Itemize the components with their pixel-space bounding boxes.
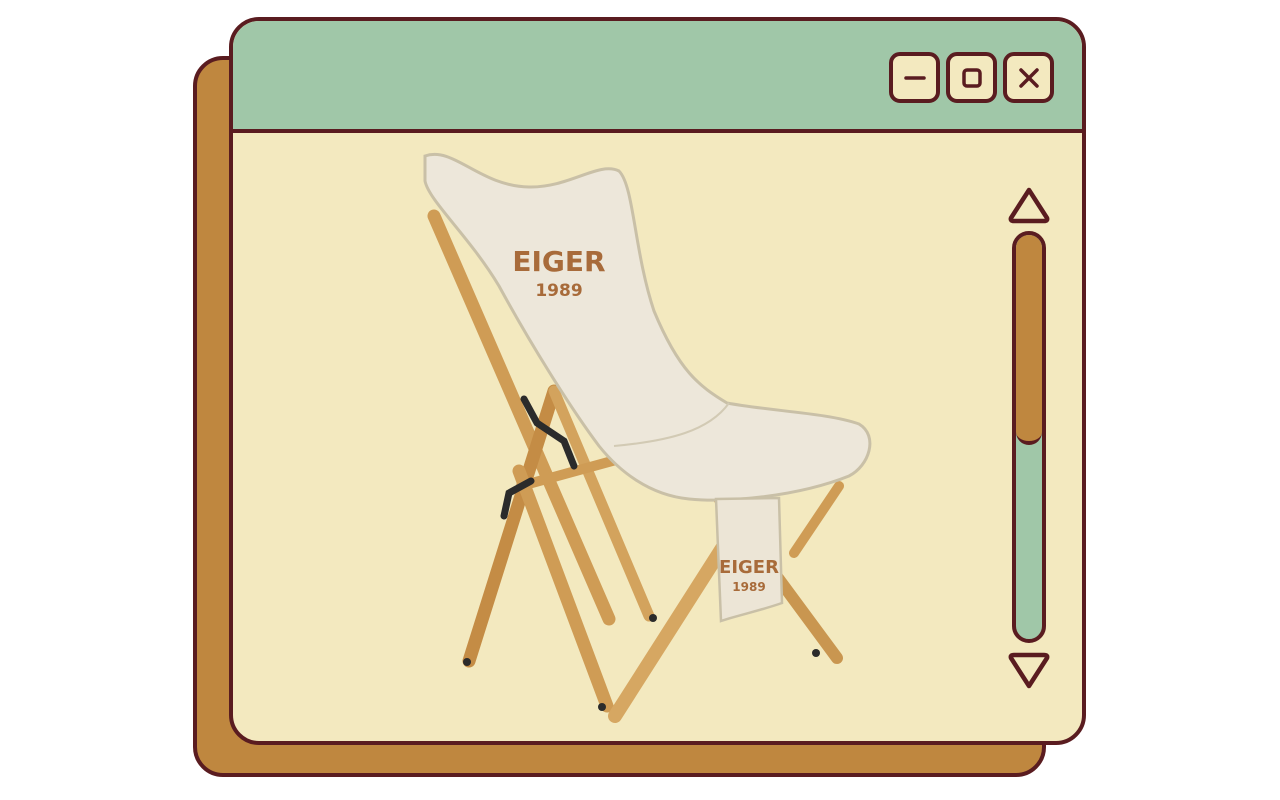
chair-foot (649, 614, 657, 622)
chair-leg (789, 481, 844, 558)
year-print: 1989 (535, 281, 582, 301)
pocket-brand-print: EIGER (719, 557, 779, 578)
scroll-up-button[interactable] (1006, 185, 1052, 227)
chair-canvas (423, 152, 872, 502)
scroll-thumb[interactable] (1016, 235, 1042, 446)
chair-foot (463, 658, 471, 666)
maximize-icon (961, 67, 982, 88)
app-window: EIGER 1989 EIGER 1989 (229, 17, 1086, 745)
chair-image: EIGER 1989 EIGER 1989 (423, 152, 872, 723)
triangle-up-icon (1008, 187, 1050, 224)
chair-foot (598, 703, 606, 711)
minimize-button[interactable] (889, 52, 940, 103)
close-icon (1018, 67, 1039, 88)
brand-print: EIGER (512, 245, 605, 278)
title-bar[interactable] (233, 21, 1082, 133)
chair-foot (812, 649, 820, 657)
scroll-down-button[interactable] (1006, 649, 1052, 691)
minimize-icon (903, 75, 926, 80)
triangle-down-icon (1008, 652, 1050, 689)
close-button[interactable] (1003, 52, 1054, 103)
pocket-year-print: 1989 (732, 580, 765, 594)
maximize-button[interactable] (946, 52, 997, 103)
scroll-track[interactable] (1012, 231, 1046, 643)
